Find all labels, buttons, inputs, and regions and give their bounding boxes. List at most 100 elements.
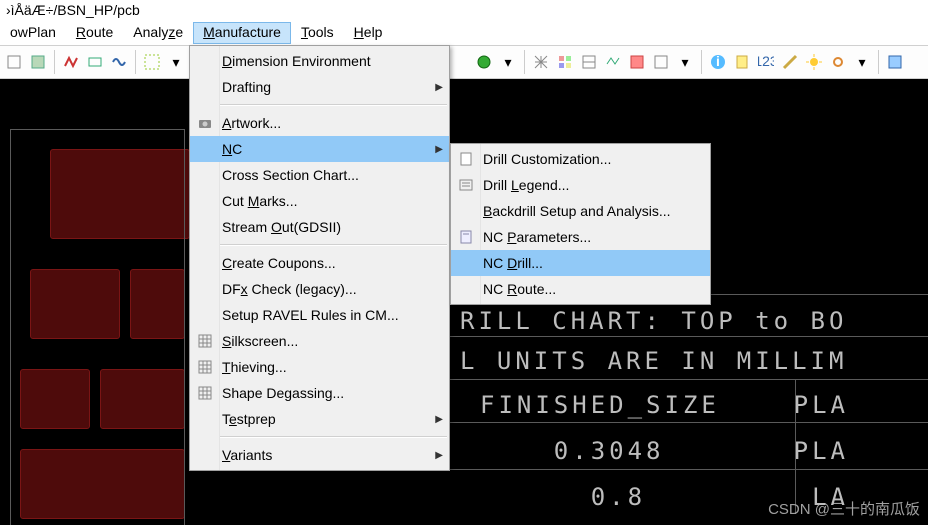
tb-icon[interactable] [828,52,848,72]
menu-item[interactable]: Artwork... [190,110,449,136]
menu-analyze[interactable]: Analyze [123,22,193,44]
menu-item-label: Cut Marks... [222,193,297,209]
menu-item[interactable]: Shape Degassing... [190,380,449,406]
menu-item-label: DFx Check (legacy)... [222,281,357,297]
menu-item-label: Dimension Environment [222,53,371,69]
watermark: CSDN @三十的南瓜饭 [768,498,920,519]
menu-item-label: Drill Legend... [483,177,569,193]
menubar: owPlan Route Analyze Manufacture Tools H… [0,22,928,45]
menu-item[interactable]: Create Coupons... [190,250,449,276]
menu-item[interactable]: Thieving... [190,354,449,380]
tb-icon[interactable] [885,52,905,72]
menu-item-label: NC Drill... [483,255,543,271]
tb-icon[interactable] [474,52,494,72]
tb-sep [878,50,879,74]
menu-item-label: NC [222,141,242,157]
menu-item[interactable]: NC Route... [451,276,710,302]
grid-icon [195,331,215,351]
menu-manufacture[interactable]: Manufacture [193,22,291,44]
submenu-arrow-icon: ▶ [435,450,443,461]
canvas-text: FINISHED_SIZE PLA [480,391,849,419]
menu-route[interactable]: Route [66,22,123,44]
tb-sep [135,50,136,74]
menu-item-label: Backdrill Setup and Analysis... [483,203,671,219]
menu-item-label: Thieving... [222,359,287,375]
menu-item[interactable]: Variants ▶ [190,442,449,468]
menu-item-label: NC Parameters... [483,229,591,245]
tb-icon[interactable] [28,52,48,72]
tb-icon[interactable] [555,52,575,72]
menu-item[interactable]: NC Drill... [451,250,710,276]
svg-text:123: 123 [758,54,774,69]
grid-icon [195,383,215,403]
menu-item-label: Artwork... [222,115,281,131]
tb-sep [524,50,525,74]
tb-icon[interactable]: 123 [756,52,776,72]
tb-icon[interactable]: ▾ [675,52,695,72]
toolbar: ▾ ▾ ▾ i 123 ▾ [0,45,928,79]
tb-icon[interactable] [61,52,81,72]
menu-item[interactable]: Cut Marks... [190,188,449,214]
menu-item[interactable]: Drill Legend... [451,172,710,198]
tb-icon[interactable] [579,52,599,72]
menu-item[interactable]: Dimension Environment [190,48,449,74]
manufacture-menu: Dimension Environment Drafting ▶ Artwork...… [189,45,450,471]
tb-icon[interactable] [603,52,623,72]
menu-item[interactable]: Testprep ▶ [190,406,449,432]
tb-icon[interactable]: ▾ [166,52,186,72]
menu-item-label: Stream Out(GDSII) [222,219,341,235]
param-icon [456,227,476,247]
menu-owplan[interactable]: owPlan [0,22,66,44]
menu-item-label: Variants [222,447,272,463]
menu-item-label: Cross Section Chart... [222,167,359,183]
menu-item-label: Setup RAVEL Rules in CM... [222,307,399,323]
tb-icon[interactable] [109,52,129,72]
tb-sep [54,50,55,74]
svg-text:i: i [716,54,720,69]
tb-icon[interactable] [780,52,800,72]
menu-item[interactable]: Drafting ▶ [190,74,449,100]
pcb-view [0,109,195,525]
menu-item-label: Drafting [222,79,271,95]
menu-item-label: Shape Degassing... [222,385,344,401]
menu-item[interactable]: Stream Out(GDSII) [190,214,449,240]
tb-sep [701,50,702,74]
tb-icon[interactable]: ▾ [852,52,872,72]
tb-icon[interactable] [627,52,647,72]
grid-icon [195,357,215,377]
menu-item[interactable]: NC Parameters... [451,224,710,250]
menu-item-label: Create Coupons... [222,255,336,271]
menu-item-label: Silkscreen... [222,333,298,349]
tb-info-icon[interactable]: i [708,52,728,72]
menu-item[interactable]: NC ▶ [190,136,449,162]
menu-item[interactable]: DFx Check (legacy)... [190,276,449,302]
submenu-arrow-icon: ▶ [435,82,443,93]
tb-icon[interactable] [85,52,105,72]
page-icon [456,149,476,169]
menu-item-label: NC Route... [483,281,556,297]
menu-item[interactable]: Drill Customization... [451,146,710,172]
tb-icon[interactable] [4,52,24,72]
menu-item-label: Testprep [222,411,276,427]
tb-icon[interactable] [732,52,752,72]
menu-item-label: Drill Customization... [483,151,611,167]
title-bar: ›ìÅäÆ÷/BSN_HP/pcb [0,0,928,22]
menu-item[interactable]: Silkscreen... [190,328,449,354]
submenu-arrow-icon: ▶ [435,414,443,425]
menu-item[interactable]: Cross Section Chart... [190,162,449,188]
submenu-arrow-icon: ▶ [435,144,443,155]
tb-icon[interactable] [531,52,551,72]
tb-sun-icon[interactable] [804,52,824,72]
canvas-text: L UNITS ARE IN MILLIM [460,347,847,375]
menu-item[interactable]: Setup RAVEL Rules in CM... [190,302,449,328]
menu-tools[interactable]: Tools [291,22,344,44]
menu-item[interactable]: Backdrill Setup and Analysis... [451,198,710,224]
tb-icon[interactable]: ▾ [498,52,518,72]
nc-submenu: Drill Customization... Drill Legend... Bac… [450,143,711,305]
canvas-text: RILL CHART: TOP to BO [460,307,847,335]
tb-icon[interactable] [651,52,671,72]
menu-help[interactable]: Help [344,22,393,44]
legend-icon [456,175,476,195]
canvas-text: 0.3048 PLA [480,437,849,465]
tb-icon[interactable] [142,52,162,72]
